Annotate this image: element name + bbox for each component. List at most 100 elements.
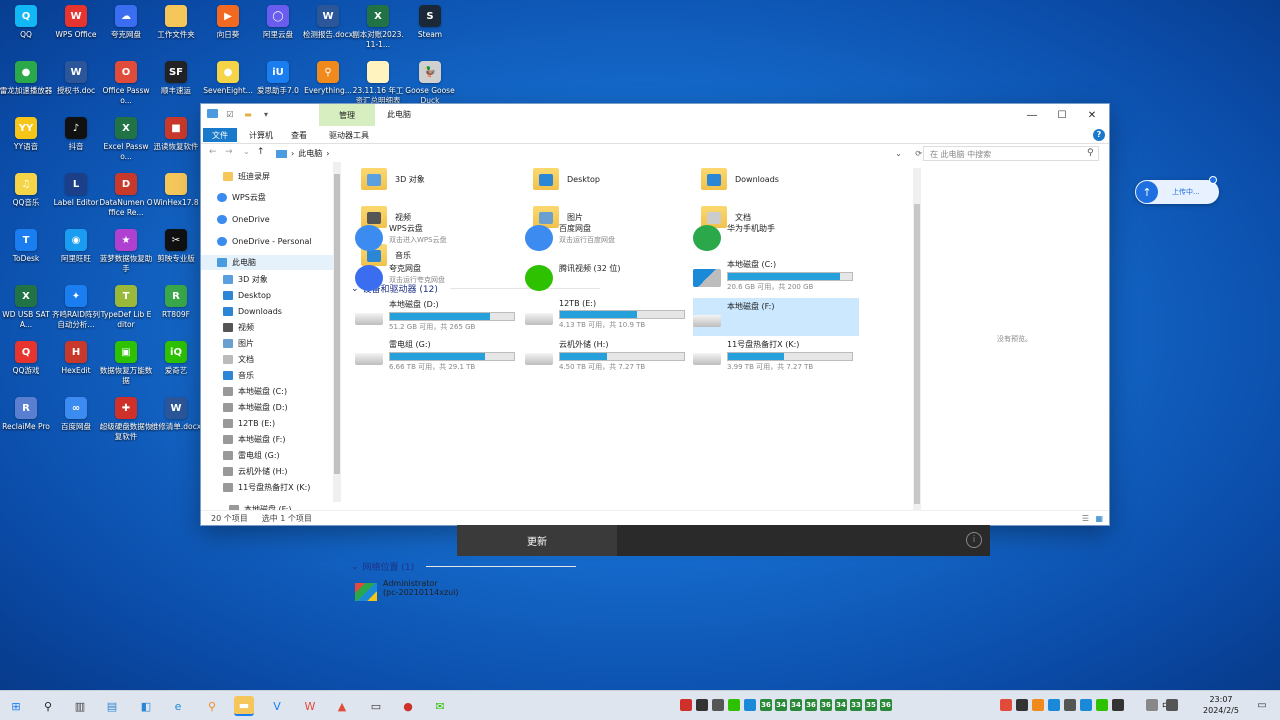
tiles-view-icon[interactable]: ▦ [1095, 514, 1103, 523]
nav-tree-item[interactable]: Downloads [201, 304, 333, 319]
desktop-icon[interactable]: ◉ 阿里旺旺 [50, 227, 102, 283]
desktop-icon[interactable]: W 检测报告.docx [302, 3, 354, 59]
tray-counter-icon[interactable]: 36 [820, 699, 832, 711]
refresh-icon[interactable]: ⟳ [915, 149, 922, 158]
drive-item[interactable]: 本地磁盘 (C:) 20.6 GB 可用，共 200 GB [693, 256, 859, 294]
desktop-icon[interactable]: ▶ 向日葵 [202, 3, 254, 59]
drive-item[interactable]: 云机外储 (H:) 4.50 TB 可用，共 7.27 TB [525, 336, 691, 374]
desktop-icon[interactable]: H HexEdit [50, 339, 102, 395]
tray-app-icon[interactable] [680, 699, 692, 711]
desktop-icon[interactable]: ♫ QQ音乐 [0, 171, 52, 227]
desktop-icon[interactable]: W 授权书.doc [50, 59, 102, 115]
tray-system-icon[interactable] [1032, 699, 1044, 711]
address-dropdown-icon[interactable]: ⌄ [895, 149, 902, 158]
tray-counter-icon[interactable]: 35 [865, 699, 877, 711]
tray-app-icon[interactable] [728, 699, 740, 711]
minimize-button[interactable]: ― [1017, 104, 1047, 126]
tray-system-icon[interactable] [1080, 699, 1092, 711]
drive-item[interactable]: 本地磁盘 (F:) [693, 298, 859, 336]
tray-counter-icon[interactable]: 33 [850, 699, 862, 711]
file-explorer-icon[interactable]: ▤ [102, 696, 122, 716]
tray-system-icon[interactable] [1166, 699, 1178, 711]
desktop-icon[interactable]: ✚ 超级硬盘数据恢复软件 [100, 395, 152, 451]
nav-tree-item[interactable]: 音乐 [201, 368, 333, 383]
desktop-icon[interactable]: SF 顺丰速运 [150, 59, 202, 115]
tab-computer[interactable]: 计算机 [243, 128, 279, 142]
update-button[interactable]: 更新 [457, 525, 617, 556]
desktop-icon[interactable]: ★ 蓝梦数据恢复助手 [100, 227, 152, 283]
edge-icon[interactable]: e [168, 696, 188, 716]
desktop-icon[interactable]: ✦ 齐鸣RAID阵列自动分析... [50, 283, 102, 339]
drive-item[interactable]: 11号盘热备打X (K:) 3.99 TB 可用，共 7.27 TB [693, 336, 859, 374]
back-arrow-icon[interactable]: ← [209, 147, 217, 157]
file-manager-icon[interactable]: ▬ [234, 696, 254, 716]
tray-app-icon[interactable] [712, 699, 724, 711]
desktop-icon[interactable]: Q QQ游戏 [0, 339, 52, 395]
drive-item[interactable]: 腾讯视频 (32 位) [525, 260, 691, 298]
tray-system-icon[interactable] [1000, 699, 1012, 711]
nav-tree-item[interactable]: 11号盘热备打X (K:) [201, 480, 333, 495]
desktop-icon[interactable]: X 副本对账2023.11-1... [352, 3, 404, 59]
address-box[interactable]: › 此电脑 › ⌄ ⟳ [273, 146, 922, 161]
upload-widget[interactable]: ↑ 上传中... [1135, 176, 1219, 204]
network-location-item[interactable]: Administrator (pc-20210114xzui) [355, 576, 521, 614]
tray-app-icon[interactable] [744, 699, 756, 711]
desktop-icon[interactable]: ■ 迅读恢复软件 [150, 115, 202, 171]
folder-item[interactable]: 3D 对象 [361, 162, 425, 196]
details-view-icon[interactable]: ☰ [1082, 514, 1089, 523]
help-icon[interactable]: ? [1093, 129, 1105, 141]
nav-tree-item[interactable]: 云机外储 (H:) [201, 464, 333, 479]
nav-scrollbar[interactable] [333, 162, 341, 502]
drive-item[interactable]: WPS云盘 双击进入WPS云盘 [355, 220, 521, 258]
nav-tree-item[interactable]: 图片 [201, 336, 333, 351]
tray-counter-icon[interactable]: 36 [760, 699, 772, 711]
desktop-icon[interactable]: ● 雷龙加速播放器 [0, 59, 52, 115]
nav-tree-item[interactable]: 雷电组 (G:) [201, 448, 333, 463]
system-clock[interactable]: 23:07 2024/2/5 [1196, 694, 1246, 716]
desktop-icon[interactable]: W 维修清单.docx [150, 395, 202, 451]
tray-system-icon[interactable] [1064, 699, 1076, 711]
tray-system-icon[interactable] [1096, 699, 1108, 711]
content-scrollbar[interactable] [913, 168, 921, 510]
tray-counter-icon[interactable]: 36 [880, 699, 892, 711]
folder-item[interactable]: Downloads [701, 162, 779, 196]
info-icon[interactable]: i [966, 532, 982, 548]
nav-tree-item[interactable]: OneDrive - Personal [201, 234, 333, 249]
nav-tree-item[interactable]: Desktop [201, 288, 333, 303]
customize-chevron-icon[interactable]: ▾ [260, 108, 272, 120]
task-view-icon[interactable]: ▥ [70, 696, 90, 716]
desktop-icon[interactable]: X WD USB SATA... [0, 283, 52, 339]
windows-start-icon[interactable]: ⊞ [6, 696, 26, 716]
desktop-icon[interactable]: O Office Passwo... [100, 59, 152, 115]
drive-item[interactable]: 12TB (E:) 4.13 TB 可用，共 10.9 TB [525, 296, 691, 334]
drive-item[interactable]: 华为手机助手 [693, 220, 859, 258]
new-folder-icon[interactable]: ▬ [242, 108, 254, 120]
close-button[interactable]: ✕ [1077, 104, 1107, 126]
nav-tree-item[interactable]: 本地磁盘 (C:) [201, 384, 333, 399]
forward-arrow-icon[interactable]: → [225, 147, 233, 157]
nav-tree-item[interactable]: 文档 [201, 352, 333, 367]
nav-tree-item[interactable]: 12TB (E:) [201, 416, 333, 431]
folder-item[interactable]: Desktop [533, 162, 600, 196]
wechat-icon[interactable]: ✉ [430, 696, 450, 716]
desktop-icon[interactable]: ☁ 夸克网盘 [100, 3, 152, 59]
nav-tree-item[interactable]: 视频 [201, 320, 333, 335]
desktop-icon[interactable]: R ReclaiMe Pro [0, 395, 52, 451]
tab-file[interactable]: 文件 [203, 128, 237, 142]
desktop-icon[interactable]: iQ 爱奇艺 [150, 339, 202, 395]
tray-system-icon[interactable] [1016, 699, 1028, 711]
recorder-icon[interactable]: ● [398, 696, 418, 716]
desktop-icon[interactable]: YY YY语音 [0, 115, 52, 171]
desktop-icon[interactable]: WinHex17.8 [150, 171, 202, 227]
desktop-icon[interactable]: T ToDesk [0, 227, 52, 283]
terminal-icon[interactable]: ▭ [366, 696, 386, 716]
drive-item[interactable]: 本地磁盘 (D:) 51.2 GB 可用，共 265 GB [355, 296, 521, 334]
desktop-icon[interactable]: ▣ 数据恢复万能数据 [100, 339, 152, 395]
desktop-icon[interactable]: R RT809F [150, 283, 202, 339]
network-group-header[interactable]: ⌄ 网络位置 (1) [351, 560, 577, 573]
nav-tree-item[interactable]: 班迪录屏 [201, 169, 333, 184]
breadcrumb[interactable]: 此电脑 [298, 148, 322, 159]
desktop-icon[interactable]: S Steam [404, 3, 456, 59]
tab-view[interactable]: 查看 [285, 128, 313, 142]
desktop-icon[interactable]: L Label Editor [50, 171, 102, 227]
